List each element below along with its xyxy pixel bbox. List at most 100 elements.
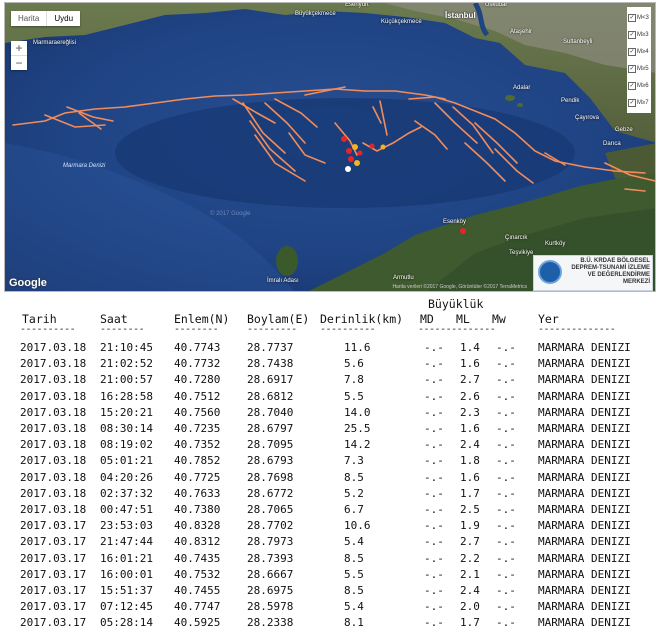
cell-location: MARMARA DENIZI xyxy=(538,551,631,565)
checkbox-icon[interactable]: ✓ xyxy=(628,13,636,22)
cell-date: 2017.03.17 xyxy=(20,519,87,533)
magnitude-filter-item[interactable]: ✓ M≥5 xyxy=(628,60,650,77)
magnitude-filter-item[interactable]: ✓ M≥3 xyxy=(628,26,650,43)
checkbox-icon[interactable]: ✓ xyxy=(628,47,636,56)
zoom-in-button[interactable]: + xyxy=(11,41,27,55)
label-pendik: Pendik xyxy=(561,98,580,104)
map-type-map-button[interactable]: Harita xyxy=(11,11,46,26)
checkbox-icon[interactable]: ✓ xyxy=(628,30,636,39)
magnitude-filter-item[interactable]: ✓ M≥4 xyxy=(628,43,650,60)
cell-depth: 5.2 xyxy=(344,486,364,500)
cell-mw: -.- xyxy=(496,438,516,452)
krdae-logo: B.Ü. KRDAE BÖLGESEL DEPREM-TSUNAMİ İZLEM… xyxy=(533,255,653,291)
cell-mw: -.- xyxy=(496,486,516,500)
cell-time: 16:28:58 xyxy=(100,389,153,403)
label-marmara-sea: Marmara Denizi xyxy=(63,163,106,169)
google-logo[interactable]: Google xyxy=(9,277,47,289)
earthquake-map[interactable]: Esenyurt Büyükçekmece Küçükçekmece İstan… xyxy=(4,2,656,292)
cell-depth: 7.3 xyxy=(344,454,364,468)
cell-time: 08:30:14 xyxy=(100,422,153,435)
cell-depth: 8.5 xyxy=(344,470,364,484)
cell-md: -.- xyxy=(424,519,444,533)
island-adalar-1 xyxy=(505,95,515,101)
cell-latitude: 40.7235 xyxy=(174,422,221,435)
cell-md: -.- xyxy=(424,389,444,403)
checkbox-icon[interactable]: ✓ xyxy=(628,98,636,107)
cell-location: MARMARA DENIZI xyxy=(538,422,631,435)
map-type-satellite-button[interactable]: Uydu xyxy=(46,11,80,26)
cell-location: MARMARA DENIZI xyxy=(538,341,631,354)
cell-latitude: 40.7560 xyxy=(174,405,221,419)
cell-longitude: 28.7737 xyxy=(247,341,294,354)
cell-longitude: 28.7095 xyxy=(247,438,294,452)
label-adalar: Adalar xyxy=(513,85,531,91)
cell-ml: 1.7 xyxy=(460,486,480,500)
epicenter-marker[interactable] xyxy=(341,136,347,142)
cell-mw: -.- xyxy=(496,551,516,565)
cell-latitude: 40.7455 xyxy=(174,584,221,597)
epicenter-marker[interactable] xyxy=(345,166,351,172)
cell-time: 21:47:44 xyxy=(100,535,153,549)
map-canvas[interactable] xyxy=(5,3,656,292)
cell-time: 02:37:32 xyxy=(100,486,153,500)
epicenter-marker[interactable] xyxy=(354,160,360,166)
epicenter-marker[interactable] xyxy=(380,144,386,150)
magnitude-filter-item[interactable]: ✓ M<3 xyxy=(628,9,650,26)
cell-ml: 2.5 xyxy=(460,503,480,516)
epicenter-marker[interactable] xyxy=(369,143,375,149)
label-imrali: İmralı Adası xyxy=(267,278,299,284)
cell-time: 05:01:21 xyxy=(100,454,153,468)
cell-md: -.- xyxy=(424,470,444,484)
checkbox-icon[interactable]: ✓ xyxy=(628,81,636,90)
cell-longitude: 28.7040 xyxy=(247,405,294,419)
map-type-control: Harita Uydu xyxy=(11,11,81,26)
cell-time: 05:28:14 xyxy=(100,616,153,629)
epicenter-marker[interactable] xyxy=(348,156,354,162)
cell-location: MARMARA DENIZI xyxy=(538,503,631,516)
epicenter-marker[interactable] xyxy=(346,148,352,154)
cell-time: 21:10:45 xyxy=(100,341,153,354)
cell-ml: 2.3 xyxy=(460,405,480,419)
zoom-out-button[interactable]: − xyxy=(11,55,27,70)
cell-mw: -.- xyxy=(496,341,516,354)
cell-latitude: 40.8312 xyxy=(174,535,221,549)
cell-ml: 2.4 xyxy=(460,438,480,452)
cell-time: 04:20:26 xyxy=(100,470,153,484)
cell-longitude: 28.7698 xyxy=(247,470,294,484)
cell-ml: 2.0 xyxy=(460,600,480,614)
cell-latitude: 40.7512 xyxy=(174,389,221,403)
cell-date: 2017.03.18 xyxy=(20,438,87,452)
cell-depth: 14.0 xyxy=(344,405,371,419)
cell-location: MARMARA DENIZI xyxy=(538,357,631,371)
epicenter-marker[interactable] xyxy=(357,150,363,156)
cell-depth: 14.2 xyxy=(344,438,371,452)
cell-ml: 2.2 xyxy=(460,551,480,565)
checkbox-icon[interactable]: ✓ xyxy=(628,64,636,73)
cell-time: 16:00:01 xyxy=(100,567,153,581)
cell-location: MARMARA DENIZI xyxy=(538,616,631,629)
cell-latitude: 40.7747 xyxy=(174,600,221,614)
cell-depth: 6.7 xyxy=(344,503,364,516)
magnitude-filter-item[interactable]: ✓ M≥7 xyxy=(628,94,650,111)
cell-location: MARMARA DENIZI xyxy=(538,454,631,468)
cell-ml: 1.7 xyxy=(460,616,480,629)
epicenter-marker[interactable] xyxy=(352,144,358,150)
magnitude-filter-legend: ✓ M<3 ✓ M≥3 ✓ M≥4 ✓ M≥5 ✓ M≥6 ✓ M≥7 xyxy=(627,7,651,113)
cell-md: -.- xyxy=(424,373,444,387)
cell-md: -.- xyxy=(424,567,444,581)
cell-location: MARMARA DENIZI xyxy=(538,486,631,500)
cell-longitude: 28.6812 xyxy=(247,389,294,403)
map-attribution[interactable]: Harita verileri ©2017 Google, Görüntüler… xyxy=(392,284,527,290)
header-rule: ---------- xyxy=(20,324,76,335)
cell-date: 2017.03.18 xyxy=(20,341,87,354)
epicenter-marker[interactable] xyxy=(460,228,466,234)
cell-date: 2017.03.18 xyxy=(20,405,87,419)
cell-md: -.- xyxy=(424,422,444,435)
cell-time: 15:20:21 xyxy=(100,405,153,419)
label-armutlu: Armutlu xyxy=(393,275,414,281)
cell-depth: 8.1 xyxy=(344,616,364,629)
cell-mw: -.- xyxy=(496,373,516,387)
magnitude-filter-item[interactable]: ✓ M≥6 xyxy=(628,77,650,94)
cell-date: 2017.03.17 xyxy=(20,567,87,581)
label-cayirova: Çayırova xyxy=(575,115,600,121)
